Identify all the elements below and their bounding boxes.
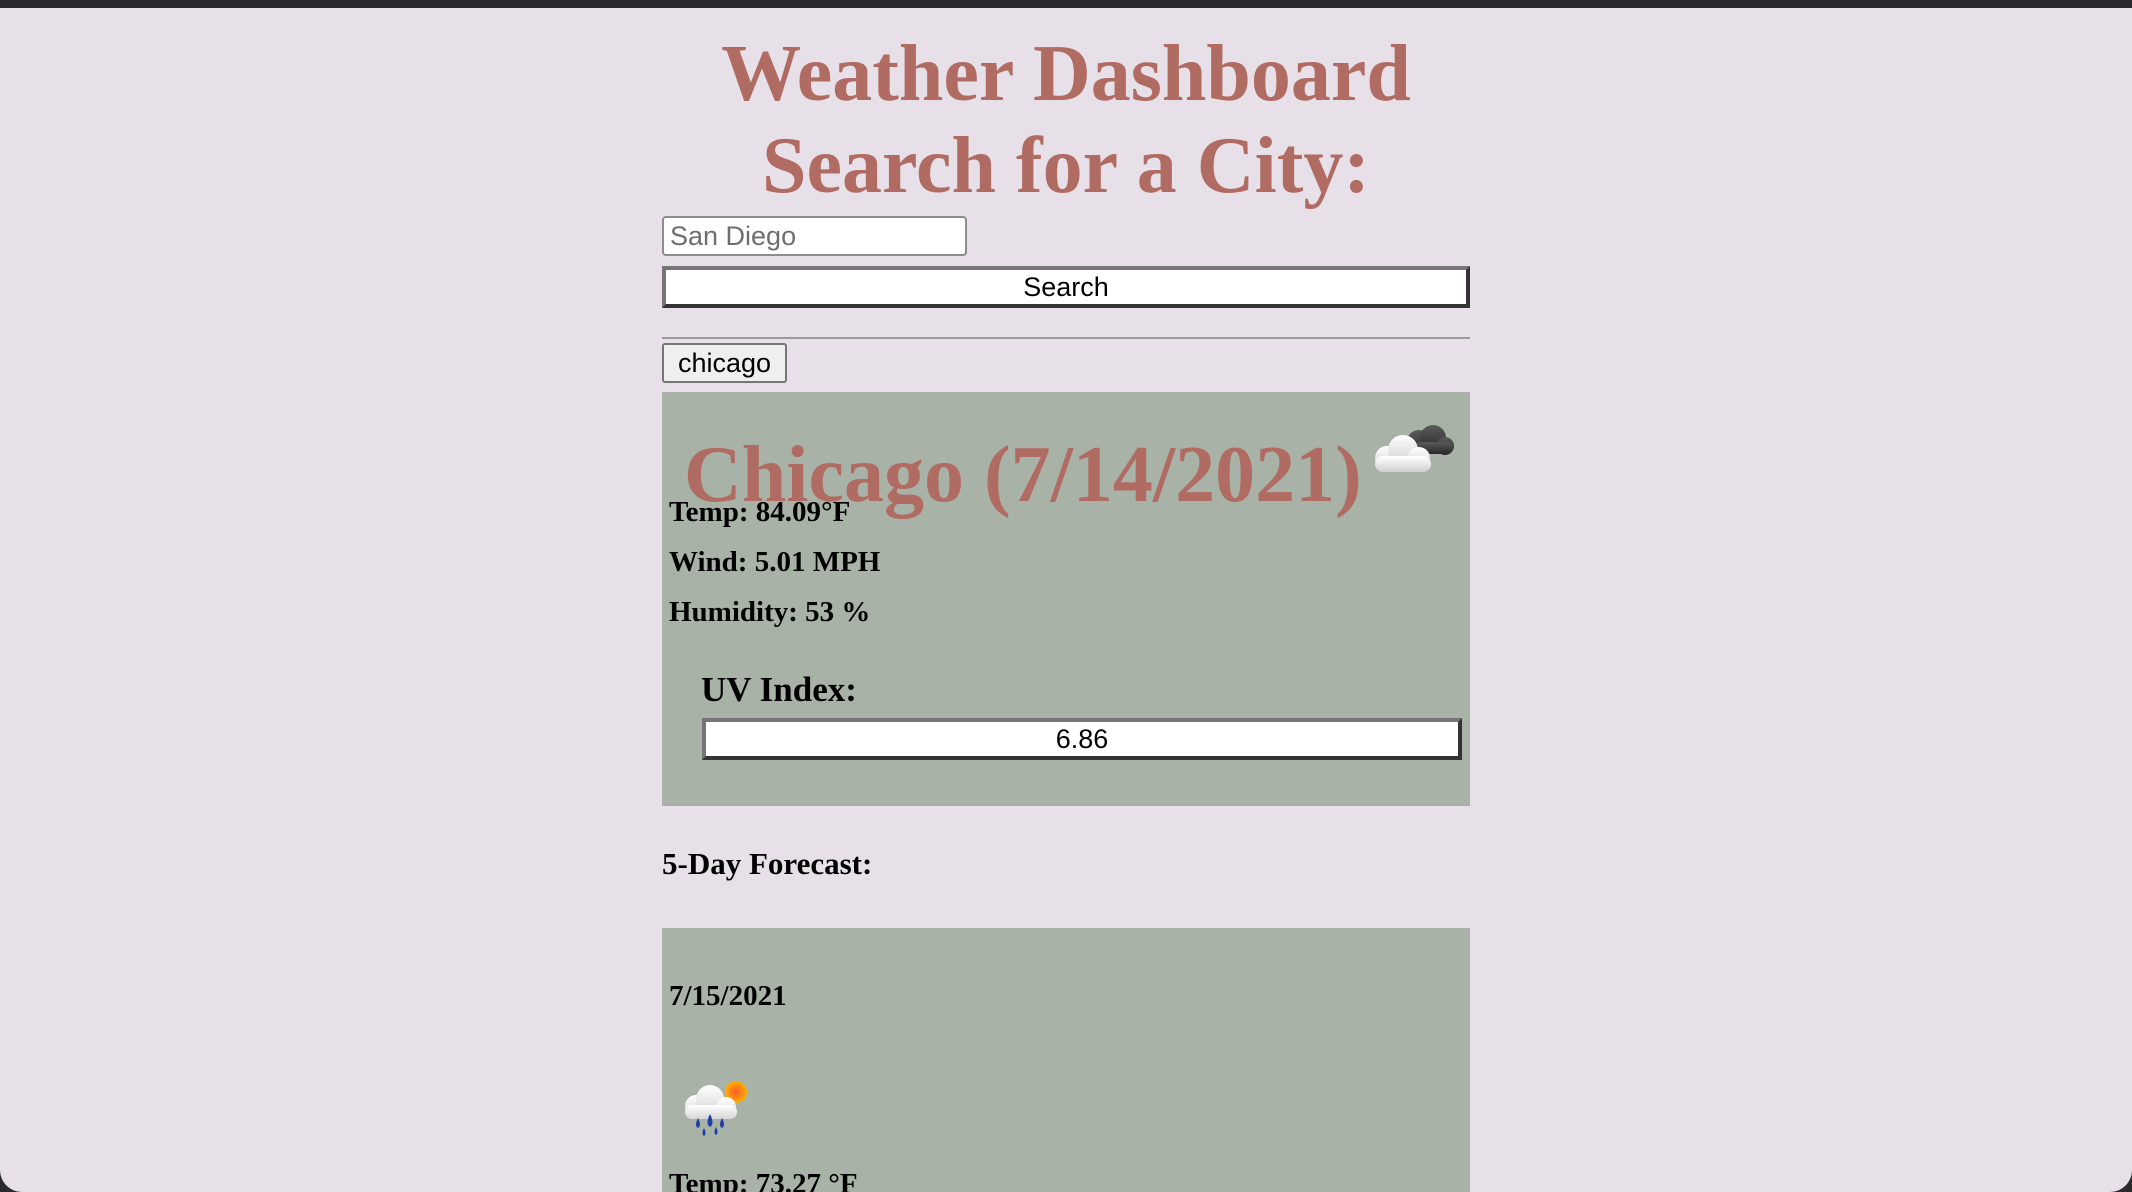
title-line-search-prompt: Search for a City:: [761, 122, 1371, 210]
page-title: Weather Dashboard Search for a City:: [0, 28, 2132, 212]
current-wind: Wind: 5.01 MPH: [669, 546, 881, 578]
forecast-day-temp: Temp: 73.27 °F: [669, 1168, 858, 1192]
divider: [662, 337, 1470, 339]
current-temp: Temp: 84.09°F: [669, 496, 851, 528]
search-button[interactable]: Search: [662, 266, 1470, 308]
current-humidity: Humidity: 53 %: [669, 596, 871, 628]
window-top-bar: [0, 0, 2132, 8]
uv-index-value: 6.86: [702, 718, 1462, 760]
forecast-day-date: 7/15/2021: [669, 980, 787, 1012]
forecast-title: 5-Day Forecast:: [662, 846, 873, 881]
cloudy-icon: [1375, 425, 1454, 472]
uv-index-label: UV Index:: [701, 670, 857, 709]
title-line-dashboard: Weather Dashboard: [721, 30, 1411, 118]
city-search-input[interactable]: [662, 216, 967, 256]
rain-sun-icon: [685, 1081, 747, 1136]
current-weather-card: Chicago (7/14/2021) Temp: 84.09°F Wind: …: [662, 392, 1470, 806]
forecast-day-card: 7/15/2021 Temp: 73.27 °F: [662, 928, 1470, 1192]
history-button-chicago[interactable]: chicago: [662, 343, 788, 383]
page: Weather Dashboard Search for a City: Sea…: [0, 8, 2132, 1192]
